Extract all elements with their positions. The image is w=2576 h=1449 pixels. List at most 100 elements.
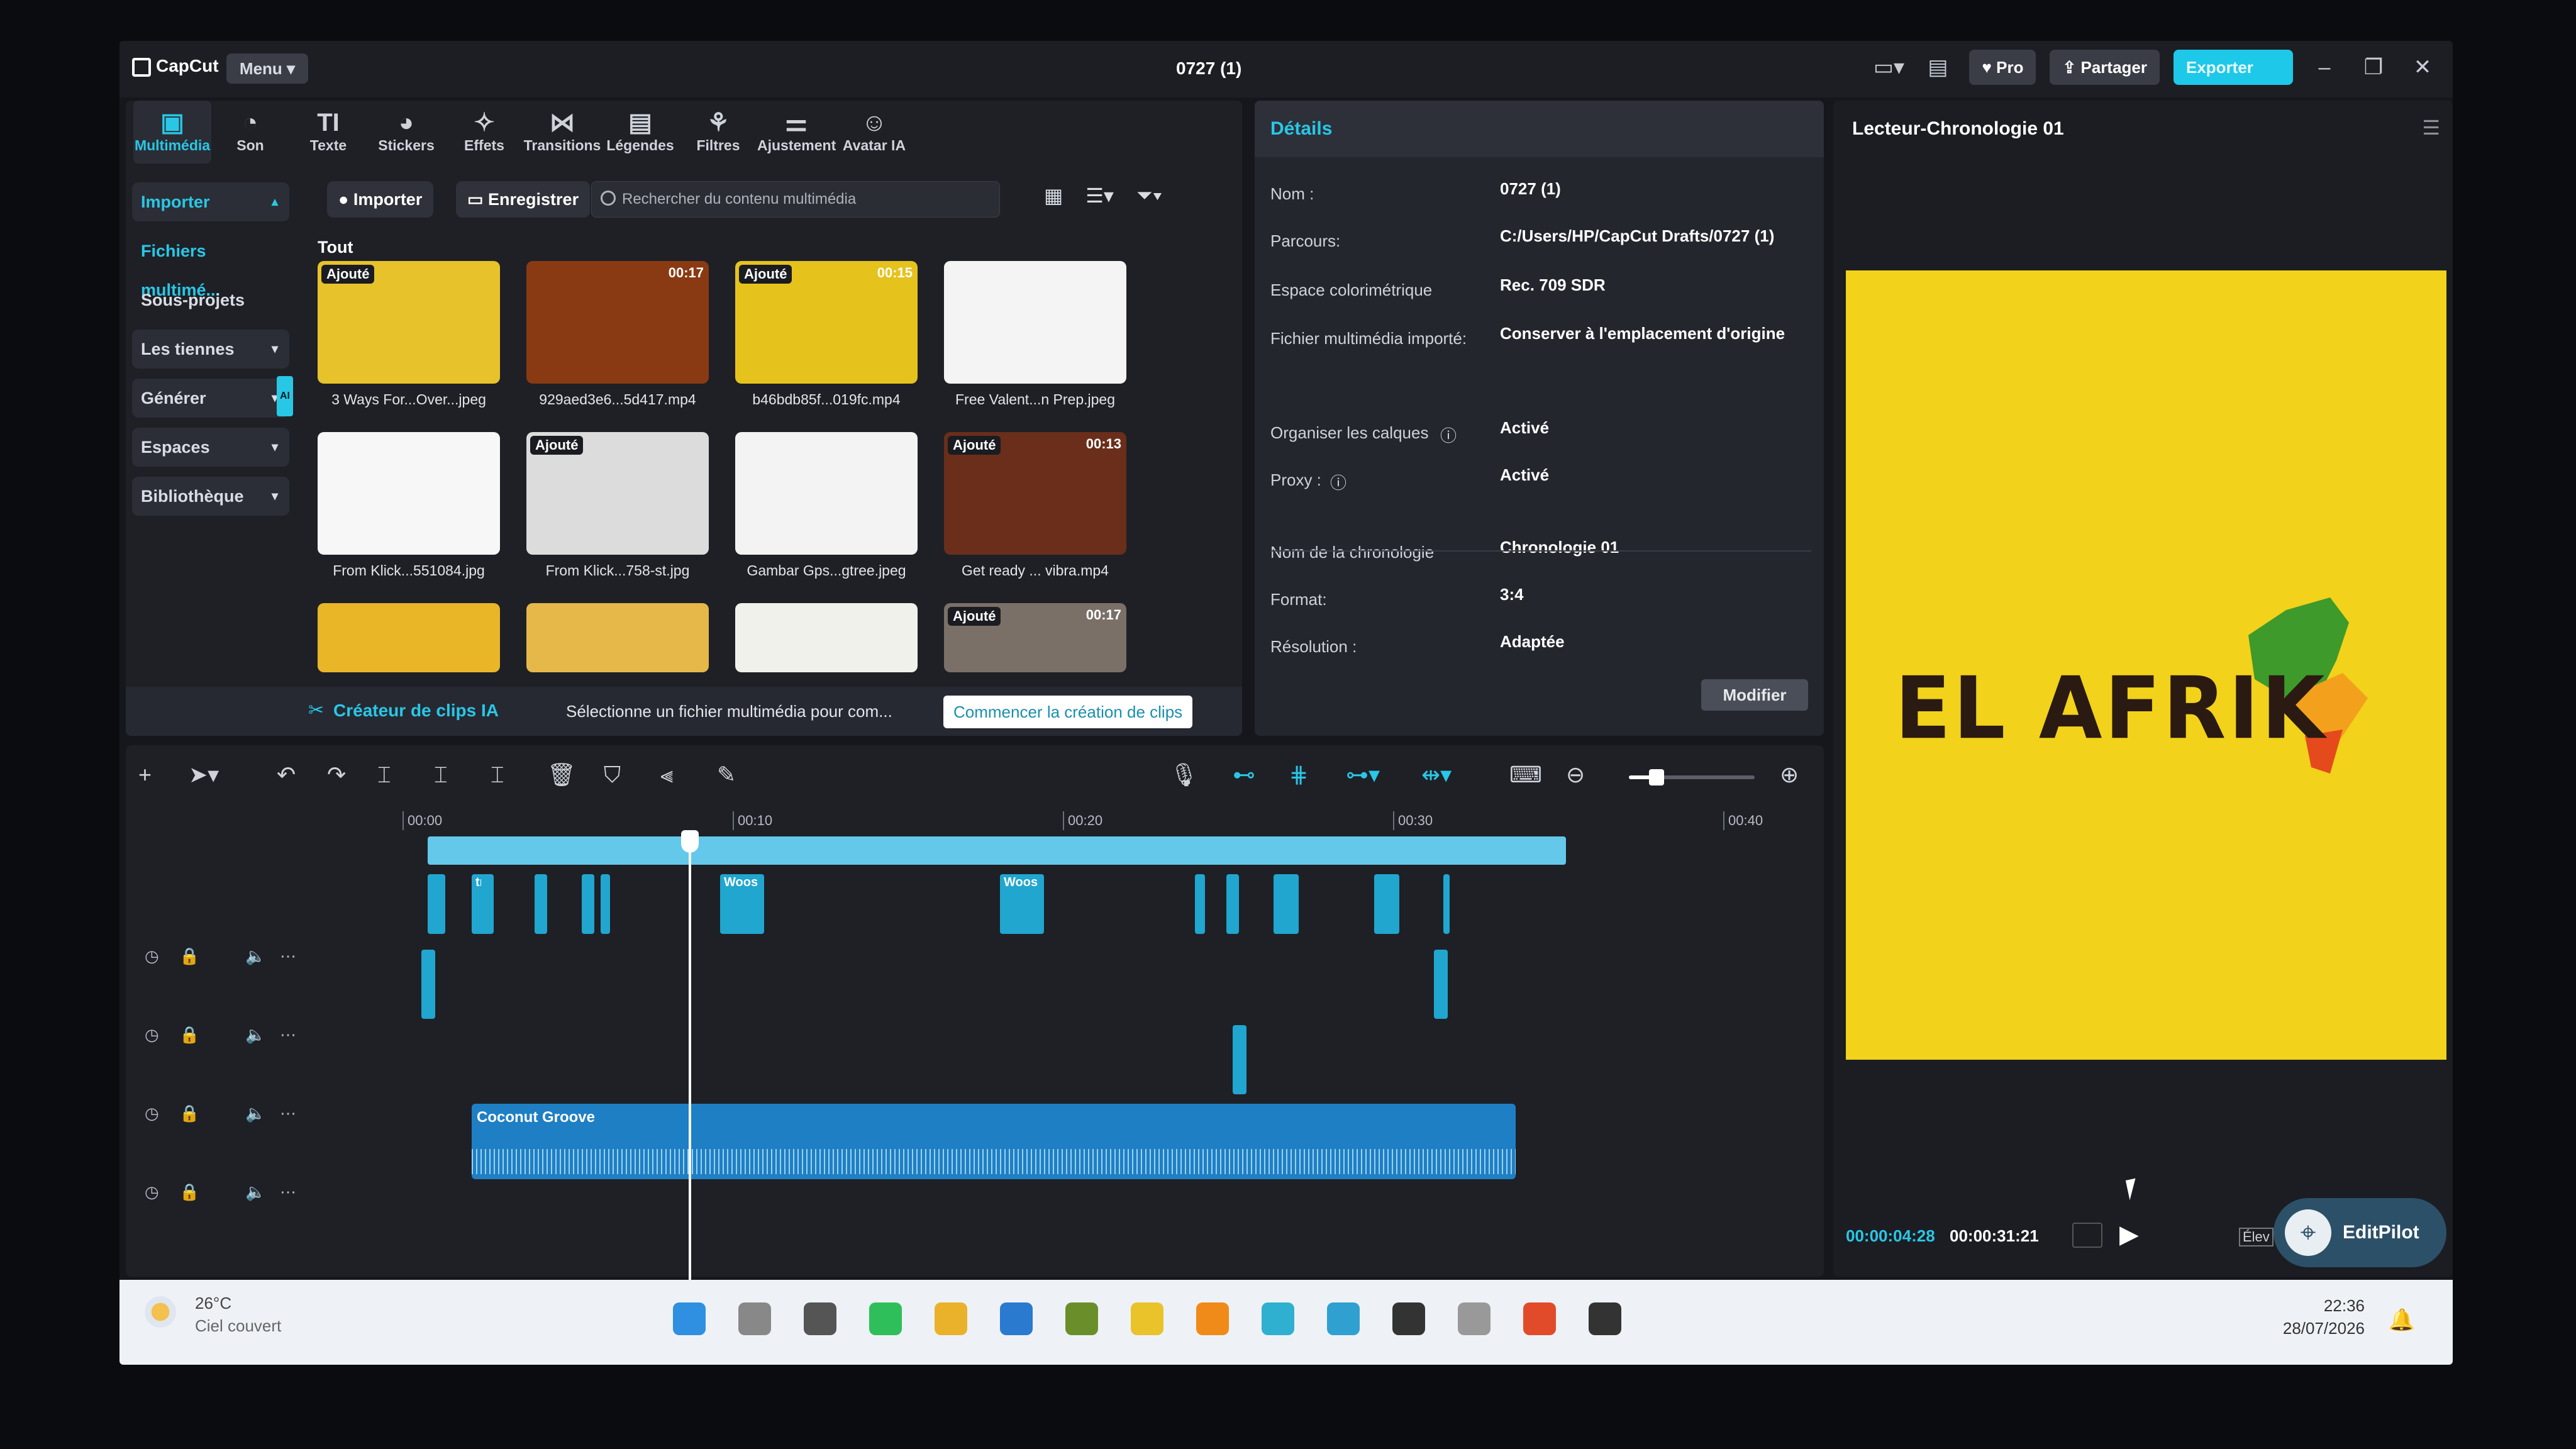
redo-icon[interactable]: ↷ <box>327 762 346 788</box>
video-clip[interactable] <box>1434 950 1448 1019</box>
media-card[interactable]: Ajouté From Klick...758-st.jpg <box>526 432 709 579</box>
delete-icon[interactable]: 🗑 <box>547 762 576 788</box>
tab-4[interactable]: ✧ Effets <box>445 101 523 164</box>
lock-icon[interactable]: 🔒 <box>179 1182 199 1202</box>
tab-2[interactable]: TI Texte <box>289 101 367 164</box>
taskbar-app-icon[interactable] <box>1262 1302 1294 1335</box>
undo-icon[interactable]: ↶ <box>277 762 296 788</box>
notification-icon[interactable]: 🔔 <box>2389 1307 2415 1333</box>
fullscreen-icon[interactable] <box>2072 1223 2102 1248</box>
tab-9[interactable]: ☺ Avatar IA <box>835 101 913 164</box>
editpilot-button[interactable]: ⌖ EditPilot <box>2273 1198 2446 1267</box>
minimize-icon[interactable]: – <box>2307 50 2342 85</box>
freeze-icon[interactable]: ⫷ <box>660 762 673 789</box>
taskbar-app-icon[interactable] <box>1458 1302 1491 1335</box>
taskbar-app-icon[interactable] <box>1065 1302 1098 1335</box>
video-clip[interactable] <box>601 874 610 934</box>
video-clip[interactable] <box>582 874 594 934</box>
main-track-magnet-icon[interactable]: ⊷ <box>1233 762 1255 788</box>
more-icon[interactable]: ⋯ <box>280 947 296 966</box>
tab-5[interactable]: ⋈ Transitions <box>523 101 601 164</box>
player-menu-icon[interactable]: ☰ <box>2422 116 2440 140</box>
tab-8[interactable]: ⚌ Ajustement <box>757 101 836 164</box>
taskbar-app-icon[interactable] <box>1327 1302 1360 1335</box>
taskbar-app-icon[interactable] <box>673 1302 706 1335</box>
video-clip[interactable] <box>535 874 547 934</box>
media-card[interactable]: Ajouté 00:17 <box>944 603 1126 672</box>
video-clip[interactable] <box>428 874 445 934</box>
menu-button[interactable]: Menu ▾ <box>226 53 308 84</box>
playhead[interactable] <box>689 836 691 1289</box>
sidebar-item-0[interactable]: Importer ▴ <box>132 182 289 221</box>
filter-icon[interactable]: ⏷▾ <box>1136 184 1162 208</box>
media-card[interactable]: 00:17 929aed3e6...5d417.mp4 <box>526 261 709 408</box>
shortcuts-icon[interactable]: ▤ <box>1920 50 1955 85</box>
modify-button[interactable]: Modifier <box>1701 679 1808 711</box>
audio-clip[interactable]: Coconut Groove <box>472 1104 1516 1179</box>
video-clip[interactable] <box>1195 874 1205 934</box>
tab-6[interactable]: ▤ Légendes <box>601 101 679 164</box>
share-button[interactable]: ⇪ Partager <box>2050 50 2160 85</box>
taskbar-app-icon[interactable] <box>1196 1302 1229 1335</box>
mute-icon[interactable]: 🔈 <box>245 1025 265 1045</box>
video-clip[interactable] <box>481 874 494 934</box>
export-button[interactable]: Exporter <box>2174 50 2293 85</box>
microphone-icon[interactable]: 🎙 <box>1170 762 1199 788</box>
select-tool-icon[interactable]: ➤▾ <box>189 762 219 788</box>
auto-snap-icon[interactable]: ⋕ <box>1289 762 1308 788</box>
video-clip[interactable] <box>1226 874 1239 934</box>
more-icon[interactable]: ⋯ <box>280 1104 296 1123</box>
tab-3[interactable]: ◕ Stickers <box>367 101 445 164</box>
video-clip[interactable] <box>1233 1025 1246 1094</box>
more-icon[interactable]: ⋯ <box>280 1025 296 1045</box>
media-card[interactable]: Ajouté 3 Ways For...Over...jpeg <box>318 261 500 408</box>
hide-icon[interactable]: ◷ <box>145 947 159 966</box>
media-card[interactable] <box>735 603 918 672</box>
taskbar-app-icon[interactable] <box>1000 1302 1033 1335</box>
play-icon[interactable]: ▶ <box>2119 1220 2139 1249</box>
lock-icon[interactable]: 🔒 <box>179 1104 199 1123</box>
video-clip[interactable]: Woos <box>1000 874 1044 934</box>
taskbar-app-icon[interactable] <box>738 1302 771 1335</box>
taskbar-app-icon[interactable] <box>1523 1302 1556 1335</box>
sidebar-item-6[interactable]: Bibliothèque ▾ <box>132 477 289 516</box>
preview-axis-icon[interactable]: ⇹▾ <box>1421 762 1452 788</box>
media-card[interactable]: Ajouté 00:13 Get ready ... vibra.mp4 <box>944 432 1126 579</box>
zoom-in-icon[interactable]: ⊕ <box>1780 762 1799 788</box>
marker-icon[interactable]: ⛉ <box>604 762 621 789</box>
hide-icon[interactable]: ◷ <box>145 1182 159 1202</box>
restore-icon[interactable]: ❐ <box>2356 50 2391 85</box>
sidebar-item-2[interactable]: Sous-projets <box>132 280 289 319</box>
clock-date[interactable]: 28/07/2026 <box>2283 1319 2365 1338</box>
import-button[interactable]: ● Importer <box>327 181 434 218</box>
hide-icon[interactable]: ◷ <box>145 1025 159 1045</box>
zoom-slider-handle[interactable] <box>1649 769 1664 786</box>
video-clip[interactable] <box>428 836 1566 865</box>
hide-icon[interactable]: ◷ <box>145 1104 159 1123</box>
zoom-out-icon[interactable]: ⊖ <box>1566 762 1585 788</box>
tab-1[interactable]: ◔ Son <box>211 101 289 164</box>
auto-edit-icon[interactable]: ✎ <box>717 762 736 788</box>
tab-0[interactable]: ▣ Multimédia <box>133 101 211 164</box>
taskbar-app-icon[interactable] <box>1131 1302 1163 1335</box>
layout-icon[interactable]: ▭▾ <box>1871 50 1906 85</box>
media-card[interactable]: Free Valent...n Prep.jpeg <box>944 261 1126 408</box>
start-clip-creation-button[interactable]: Commencer la création de clips <box>943 696 1193 728</box>
media-card[interactable]: Gambar Gps...gtree.jpeg <box>735 432 918 579</box>
lock-icon[interactable]: 🔒 <box>179 1025 199 1045</box>
media-card[interactable] <box>318 603 500 672</box>
close-icon[interactable]: ✕ <box>2405 50 2440 85</box>
weather-icon[interactable] <box>145 1296 176 1328</box>
media-search-input[interactable]: Rechercher du contenu multimédia <box>591 181 1000 218</box>
taskbar-app-icon[interactable] <box>869 1302 902 1335</box>
grid-view-icon[interactable]: ▦ <box>1044 184 1063 208</box>
taskbar-app-icon[interactable] <box>1392 1302 1425 1335</box>
video-clip[interactable]: Woos <box>720 874 764 934</box>
sidebar-item-4[interactable]: Générer ▾ AI <box>132 376 293 418</box>
taskbar-app-icon[interactable] <box>804 1302 836 1335</box>
split-left-icon[interactable]: ⌶ <box>434 762 448 789</box>
lock-icon[interactable]: 🔒 <box>179 947 199 966</box>
more-icon[interactable]: ⋯ <box>280 1182 296 1202</box>
captions-track-icon[interactable]: ⌨ <box>1509 762 1542 788</box>
weather-description[interactable]: Ciel couvert <box>195 1316 281 1336</box>
